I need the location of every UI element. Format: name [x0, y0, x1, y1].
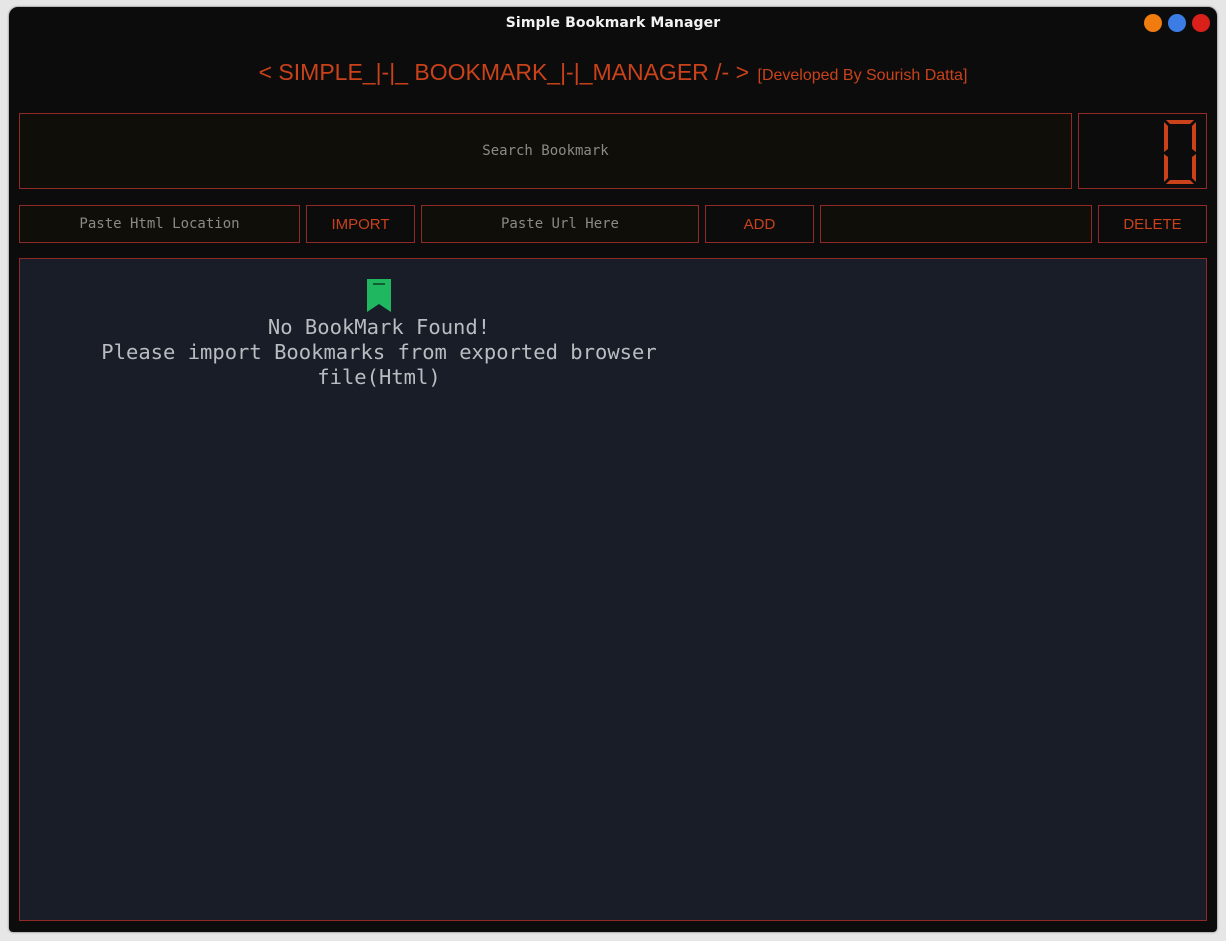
import-button[interactable]: IMPORT: [306, 205, 415, 243]
empty-title: No BookMark Found!: [267, 315, 491, 339]
counter-digit-display: 0: [1162, 118, 1196, 184]
app-header: < SIMPLE_|-|_ BOOKMARK_|-|_MANAGER /- > …: [9, 59, 1217, 86]
url-field[interactable]: [421, 205, 699, 243]
search-bar[interactable]: [19, 113, 1072, 189]
close-button[interactable]: [1192, 14, 1210, 32]
html-location-field[interactable]: [19, 205, 300, 243]
bookmark-icon: [367, 279, 391, 312]
counter-value: 0: [1162, 118, 1172, 122]
bookmark-list-area[interactable]: No BookMark Found! Please import Bookmar…: [19, 258, 1207, 921]
developer-credit: [Developed By Sourish Datta]: [757, 67, 968, 84]
maximize-button[interactable]: [1168, 14, 1186, 32]
window-title: Simple Bookmark Manager: [505, 15, 721, 31]
app-title: < SIMPLE_|-|_ BOOKMARK_|-|_MANAGER /- >: [258, 59, 750, 85]
delete-button[interactable]: DELETE: [1098, 205, 1207, 243]
empty-state: No BookMark Found! Please import Bookmar…: [43, 279, 715, 390]
minimize-button[interactable]: [1144, 14, 1162, 32]
bookmark-counter: 0: [1078, 113, 1207, 189]
delete-field[interactable]: [820, 205, 1092, 243]
html-location-input[interactable]: [20, 206, 299, 242]
empty-message: Please import Bookmarks from exported br…: [101, 340, 657, 389]
delete-input[interactable]: [821, 206, 1091, 242]
url-input[interactable]: [422, 206, 698, 242]
search-input[interactable]: [20, 114, 1071, 188]
add-button[interactable]: ADD: [705, 205, 814, 243]
titlebar: Simple Bookmark Manager: [9, 7, 1217, 39]
app-window: Simple Bookmark Manager < SIMPLE_|-|_ BO…: [9, 7, 1217, 932]
